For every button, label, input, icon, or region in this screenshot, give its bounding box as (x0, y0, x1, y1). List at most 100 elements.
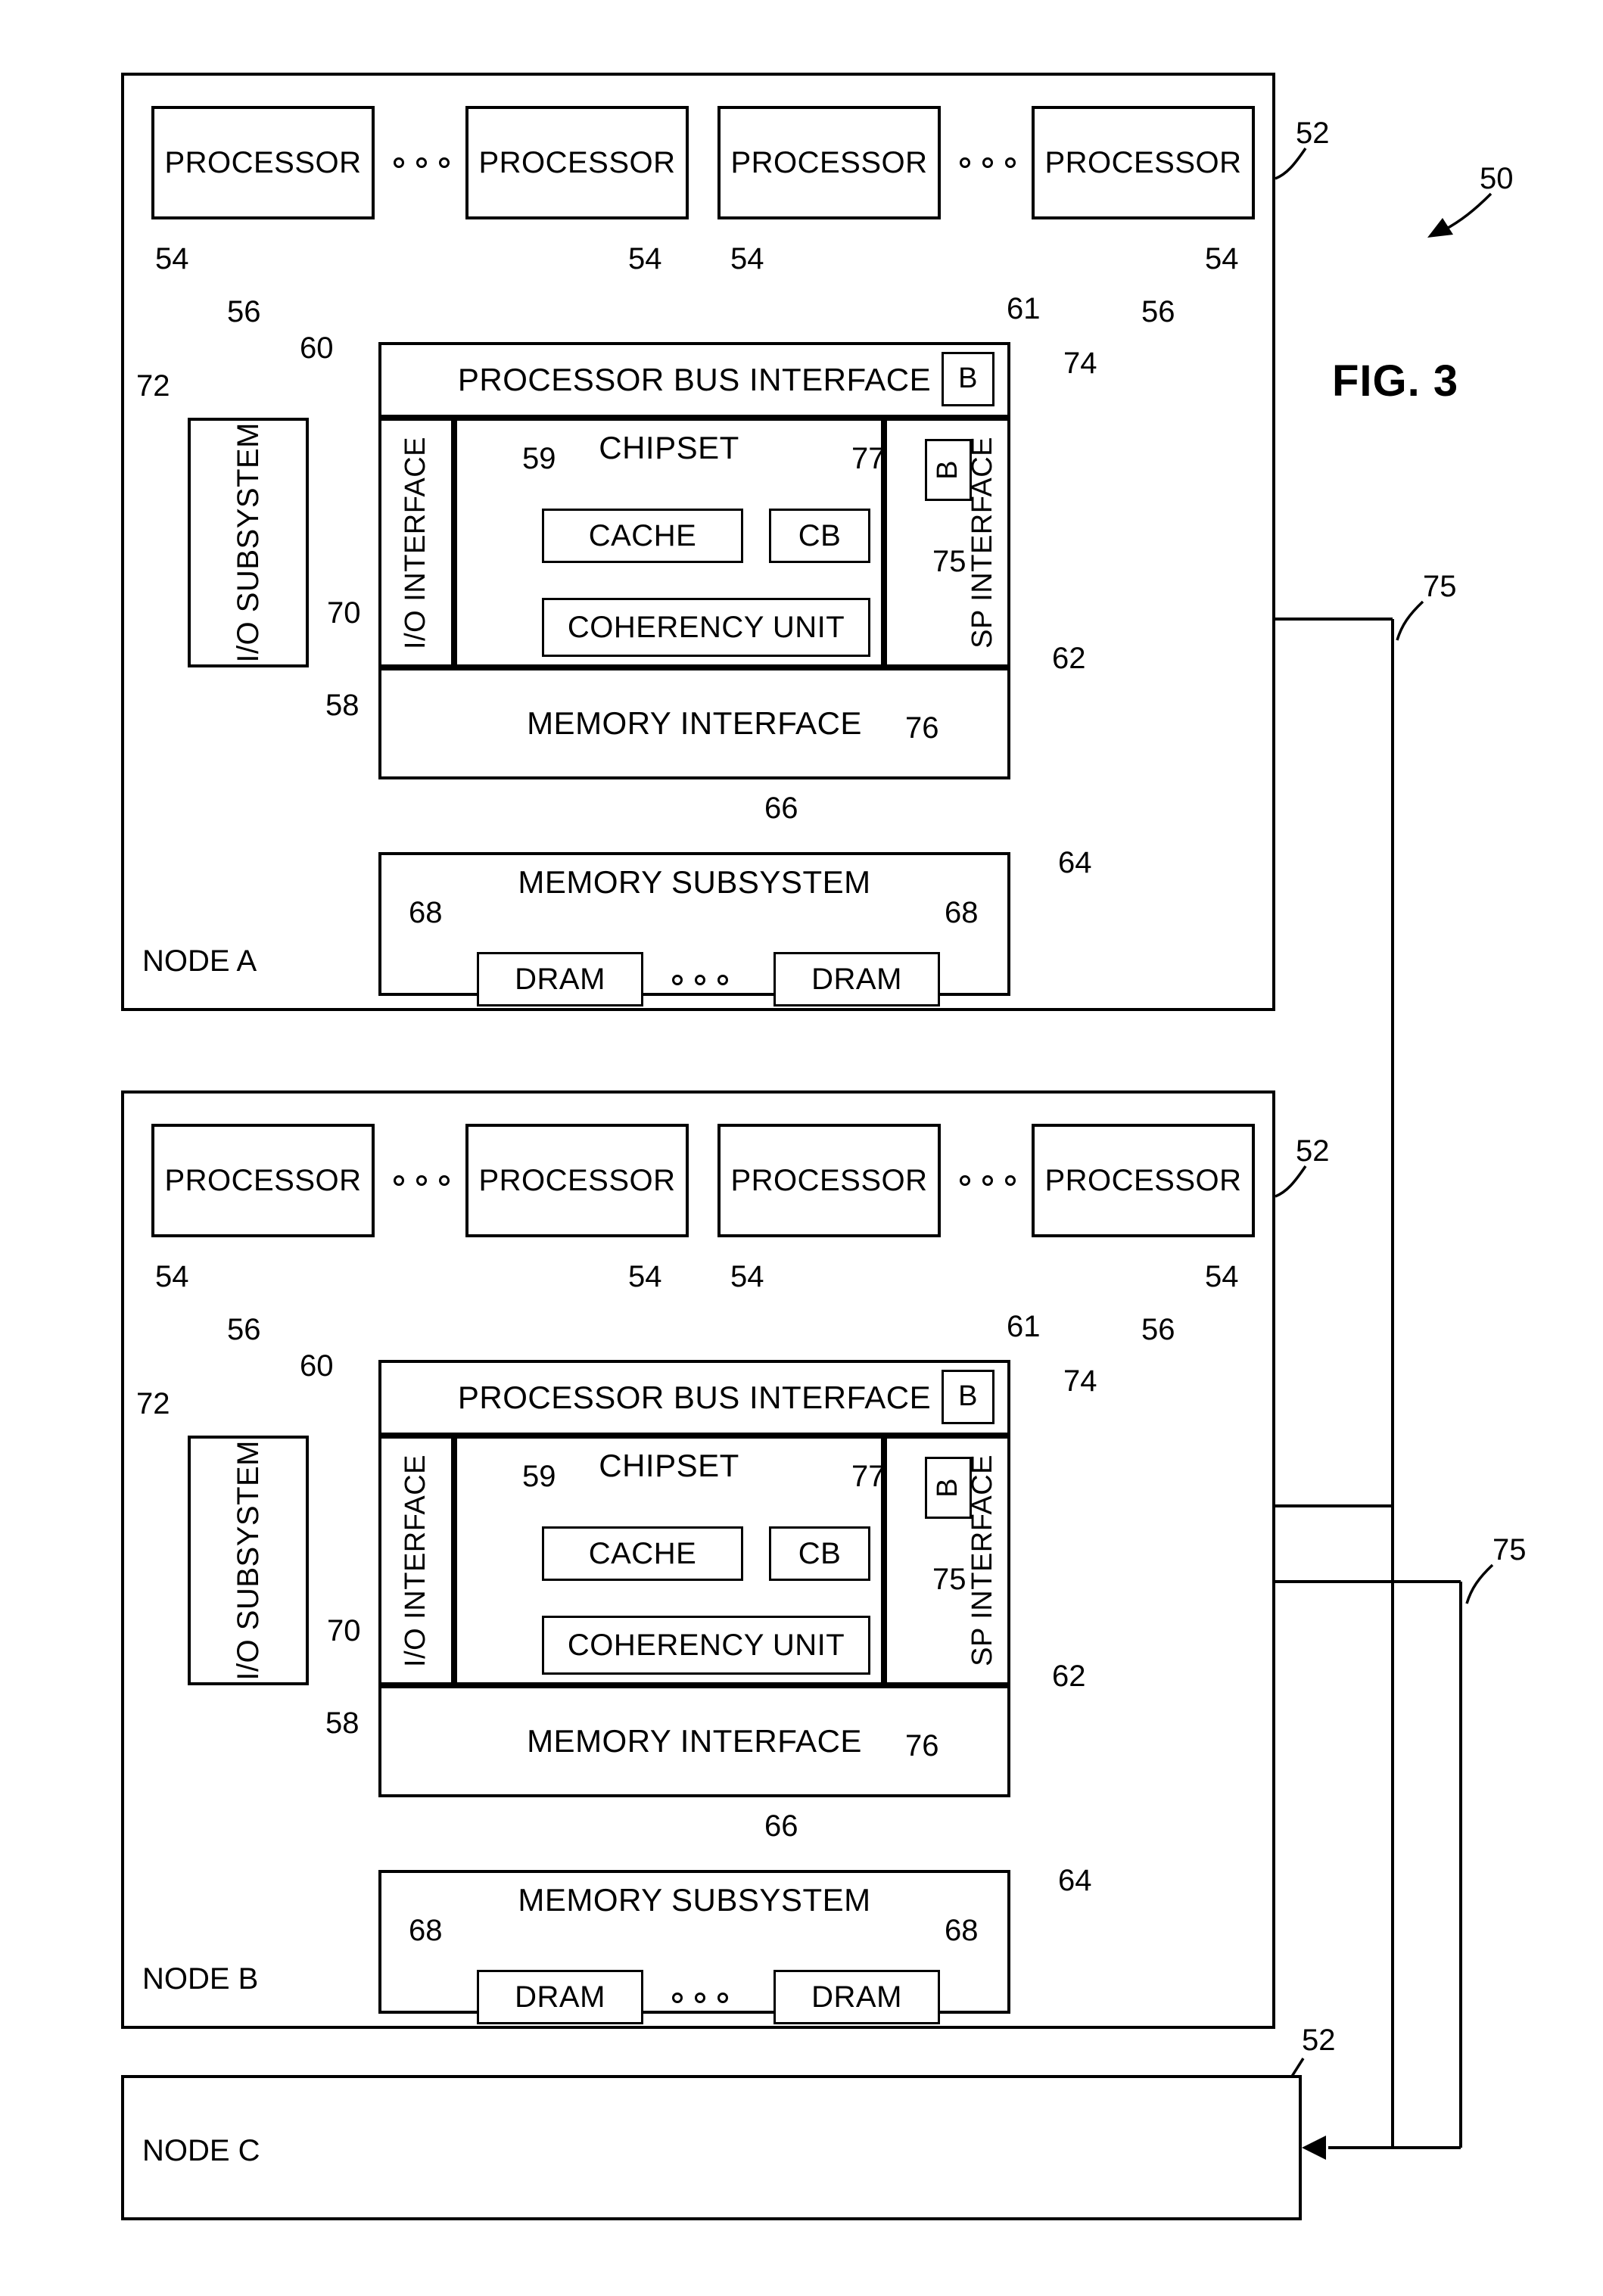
node-b-io-interface[interactable]: I/O INTERFACE (378, 1436, 454, 1685)
processor-label: PROCESSOR (730, 1164, 928, 1197)
processor-bus-interface-label: PROCESSOR BUS INTERFACE (457, 361, 932, 397)
ref-node-b-proc3-54: 54 (730, 1260, 764, 1293)
dram-label: DRAM (515, 1980, 605, 2014)
ref-node-a-52: 52 (1296, 117, 1330, 150)
ref-node-a-cache-59: 59 (522, 442, 556, 475)
ref-node-b-bus-right-56: 56 (1141, 1313, 1175, 1346)
ref-node-b-link-75: 75 (1493, 1533, 1527, 1566)
ref-node-b-proc4-54: 54 (1205, 1260, 1239, 1293)
node-a-cache[interactable]: CACHE (542, 509, 743, 563)
node-a-processor-4[interactable]: PROCESSOR (1032, 106, 1255, 219)
node-b-processor-ellipsis-left (394, 1175, 450, 1186)
node-a-processor-ellipsis-right (960, 157, 1016, 168)
processor-label: PROCESSOR (478, 1164, 676, 1197)
cb-label: CB (798, 519, 842, 552)
ref-node-a-bus-right-56: 56 (1141, 295, 1175, 328)
ref-node-b-io-interface-58: 58 (325, 1706, 360, 1740)
ref-node-a-memlink-66: 66 (764, 792, 798, 825)
ref-node-c-52: 52 (1302, 2024, 1336, 2057)
processor-label: PROCESSOR (478, 146, 676, 179)
processor-label: PROCESSOR (1044, 1164, 1242, 1197)
ref-node-a-bus-left-56: 56 (227, 295, 261, 328)
processor-label: PROCESSOR (730, 146, 928, 179)
node-b-processor-ellipsis-right (960, 1175, 1016, 1186)
ref-node-b-buffer-74: 74 (1063, 1364, 1097, 1398)
ref-node-a-io-interface-58: 58 (325, 689, 360, 722)
ref-node-a-buffer-sp-75: 75 (932, 545, 966, 578)
node-b-dram-ellipsis (672, 1993, 728, 2003)
node-b-processor-2[interactable]: PROCESSOR (465, 1124, 689, 1237)
node-b-buffer-top[interactable]: B (942, 1370, 994, 1424)
node-a-dram-1[interactable]: DRAM (477, 952, 643, 1006)
node-b-dram-1[interactable]: DRAM (477, 1970, 643, 2024)
node-b-cb[interactable]: CB (769, 1526, 870, 1581)
node-b-cache[interactable]: CACHE (542, 1526, 743, 1581)
ref-node-a-proc4-54: 54 (1205, 242, 1239, 275)
node-b-processor-bus-interface[interactable]: PROCESSOR BUS INTERFACE (378, 1360, 1010, 1436)
ref-node-b-bus-left-56: 56 (227, 1313, 261, 1346)
ref-node-b-cb-77: 77 (851, 1460, 886, 1493)
node-a-processor-1[interactable]: PROCESSOR (151, 106, 375, 219)
ref-node-b-52: 52 (1296, 1134, 1330, 1168)
ref-node-a-proc3-54: 54 (730, 242, 764, 275)
ref-node-b-proc2-54: 54 (628, 1260, 662, 1293)
ref-node-a-dram2-68: 68 (945, 896, 979, 929)
node-a-cb[interactable]: CB (769, 509, 870, 563)
sp-interface-label: SP INTERFACE (966, 1454, 999, 1666)
ref-node-a-coherency-76: 76 (905, 711, 939, 745)
node-c-label: NODE C (142, 2134, 260, 2167)
cache-label: CACHE (588, 1537, 697, 1570)
sp-interface-label: SP INTERFACE (966, 437, 999, 649)
ref-node-a-link-75: 75 (1423, 570, 1457, 603)
memory-interface-label: MEMORY INTERFACE (527, 705, 862, 741)
ref-node-a-pbi-61: 61 (1007, 292, 1041, 325)
node-a-io-subsystem[interactable]: I/O SUBSYSTEM (188, 418, 309, 667)
cache-label: CACHE (588, 519, 697, 552)
ref-node-a-chipbus-60: 60 (300, 331, 334, 365)
node-b-coherency-unit[interactable]: COHERENCY UNIT (542, 1616, 870, 1675)
coherency-unit-label: COHERENCY UNIT (567, 611, 845, 644)
chipset-label: CHIPSET (599, 430, 739, 465)
ref-node-b-coherency-76: 76 (905, 1729, 939, 1762)
processor-label: PROCESSOR (164, 1164, 362, 1197)
cb-label: CB (798, 1537, 842, 1570)
node-b-dram-2[interactable]: DRAM (773, 1970, 940, 2024)
ref-node-a-iosub-72: 72 (136, 369, 170, 403)
dram-label: DRAM (811, 1980, 902, 2014)
buffer-label: B (932, 460, 964, 480)
buffer-label: B (932, 1478, 964, 1498)
node-a-processor-bus-interface[interactable]: PROCESSOR BUS INTERFACE (378, 342, 1010, 418)
ref-node-a-buffer-74: 74 (1063, 347, 1097, 380)
coherency-unit-label: COHERENCY UNIT (567, 1629, 845, 1662)
ref-node-a-dram1-68: 68 (409, 896, 443, 929)
node-a-processor-ellipsis-left (394, 157, 450, 168)
ref-node-a-memsub-64: 64 (1058, 846, 1092, 879)
processor-label: PROCESSOR (1044, 146, 1242, 179)
patent-figure-page: FIG. 3 50 NODE A 52 PROCESSOR PROCESSOR … (0, 0, 1603, 2296)
ref-node-b-iolink-70: 70 (327, 1614, 361, 1647)
node-a-buffer-top[interactable]: B (942, 352, 994, 406)
ref-node-b-buffer-sp-75: 75 (932, 1563, 966, 1596)
node-a-coherency-unit[interactable]: COHERENCY UNIT (542, 598, 870, 657)
memory-interface-label: MEMORY INTERFACE (527, 1722, 862, 1759)
node-b-processor-1[interactable]: PROCESSOR (151, 1124, 375, 1237)
node-a-processor-3[interactable]: PROCESSOR (717, 106, 941, 219)
ref-node-b-memsub-64: 64 (1058, 1864, 1092, 1897)
node-b-processor-4[interactable]: PROCESSOR (1032, 1124, 1255, 1237)
node-a-buffer-sp[interactable]: B (925, 439, 972, 501)
node-a-io-interface[interactable]: I/O INTERFACE (378, 418, 454, 667)
ref-node-b-iosub-72: 72 (136, 1387, 170, 1420)
node-a-processor-2[interactable]: PROCESSOR (465, 106, 689, 219)
ref-node-b-pbi-61: 61 (1007, 1310, 1041, 1343)
ref-node-b-proc1-54: 54 (155, 1260, 189, 1293)
ref-node-b-dram1-68: 68 (409, 1914, 443, 1947)
node-a-dram-2[interactable]: DRAM (773, 952, 940, 1006)
node-b-io-subsystem[interactable]: I/O SUBSYSTEM (188, 1436, 309, 1685)
node-b-buffer-sp[interactable]: B (925, 1457, 972, 1519)
ref-node-b-chipbus-60: 60 (300, 1349, 334, 1383)
figure-title: FIG. 3 (1332, 356, 1459, 406)
memory-subsystem-label: MEMORY SUBSYSTEM (518, 864, 871, 900)
ref-node-a-proc1-54: 54 (155, 242, 189, 275)
node-b-label: NODE B (142, 1962, 259, 1996)
node-b-processor-3[interactable]: PROCESSOR (717, 1124, 941, 1237)
